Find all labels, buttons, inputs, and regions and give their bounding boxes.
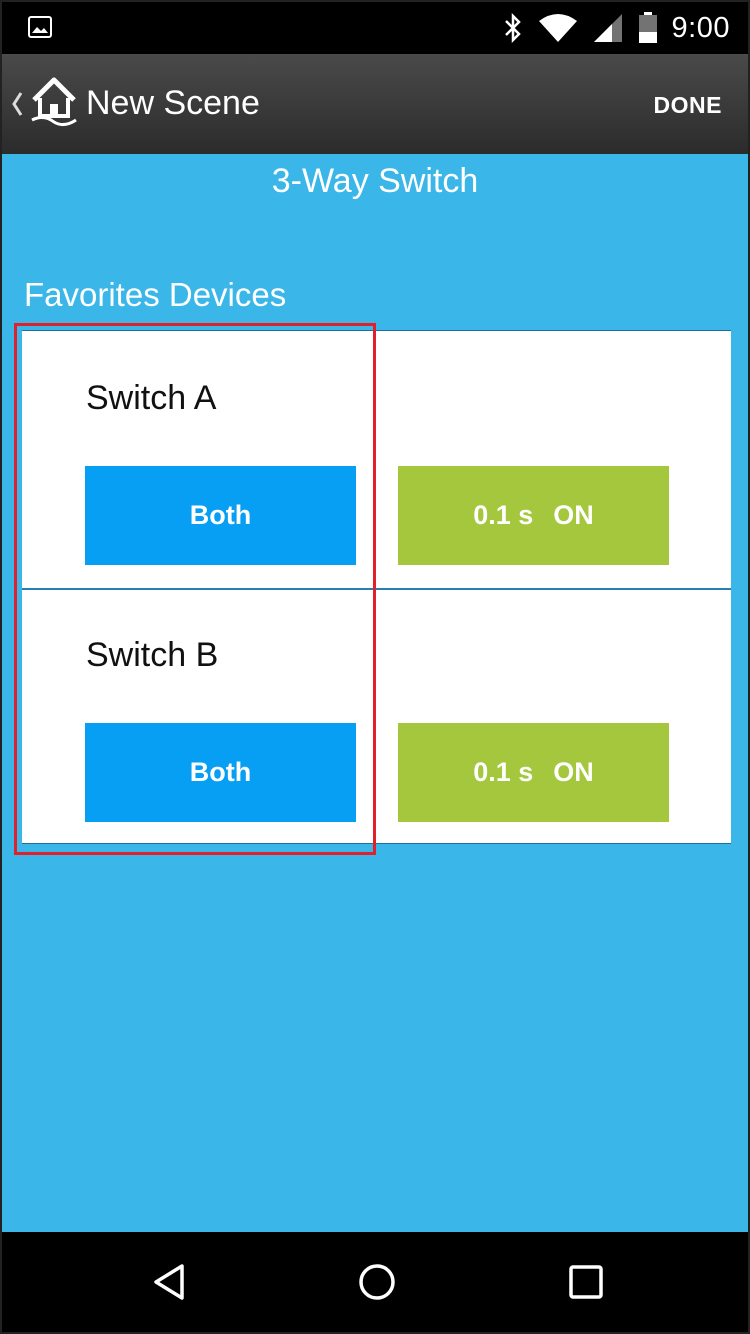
home-circle-icon[interactable] <box>355 1260 399 1304</box>
battery-icon <box>638 12 657 43</box>
scene-name: 3-Way Switch <box>271 162 479 200</box>
state-label: ON <box>553 757 594 787</box>
nav-bar <box>2 1232 748 1332</box>
home-logo-icon[interactable] <box>30 76 78 128</box>
device-name: Switch A <box>86 379 217 417</box>
page-title: New Scene <box>86 84 260 122</box>
section-title: Favorites Devices <box>24 276 287 313</box>
state-label: ON <box>553 500 594 530</box>
state-button[interactable]: 0.1 s ON <box>398 723 669 822</box>
back-chevron-icon[interactable] <box>10 90 24 118</box>
device-row: Switch A Both 0.1 s ON <box>22 331 731 588</box>
screen: 9:00 New Scene DONE 3-Way Switch Favorit… <box>0 0 750 1334</box>
delay-label: 0.1 s <box>473 500 534 530</box>
device-name: Switch B <box>86 636 219 674</box>
mode-button-label: Both <box>189 757 252 787</box>
device-row: Switch B Both 0.1 s ON <box>22 588 731 845</box>
mode-button-label: Both <box>189 500 252 530</box>
mode-button[interactable]: Both <box>85 723 356 822</box>
signal-icon <box>593 14 622 42</box>
app-bar: New Scene DONE <box>2 54 748 154</box>
status-time: 9:00 <box>671 11 730 44</box>
back-triangle-icon[interactable] <box>148 1260 192 1304</box>
done-button[interactable]: DONE <box>654 92 722 119</box>
state-button[interactable]: 0.1 s ON <box>398 466 669 565</box>
status-bar: 9:00 <box>2 2 748 54</box>
bluetooth-icon <box>504 13 521 43</box>
recents-square-icon[interactable] <box>564 1260 608 1304</box>
wifi-icon <box>538 14 577 42</box>
delay-label: 0.1 s <box>473 757 534 787</box>
image-icon <box>28 16 52 38</box>
favorites-device-list: Switch A Both 0.1 s ON Switch B Both 0.1… <box>22 330 731 844</box>
mode-button[interactable]: Both <box>85 466 356 565</box>
